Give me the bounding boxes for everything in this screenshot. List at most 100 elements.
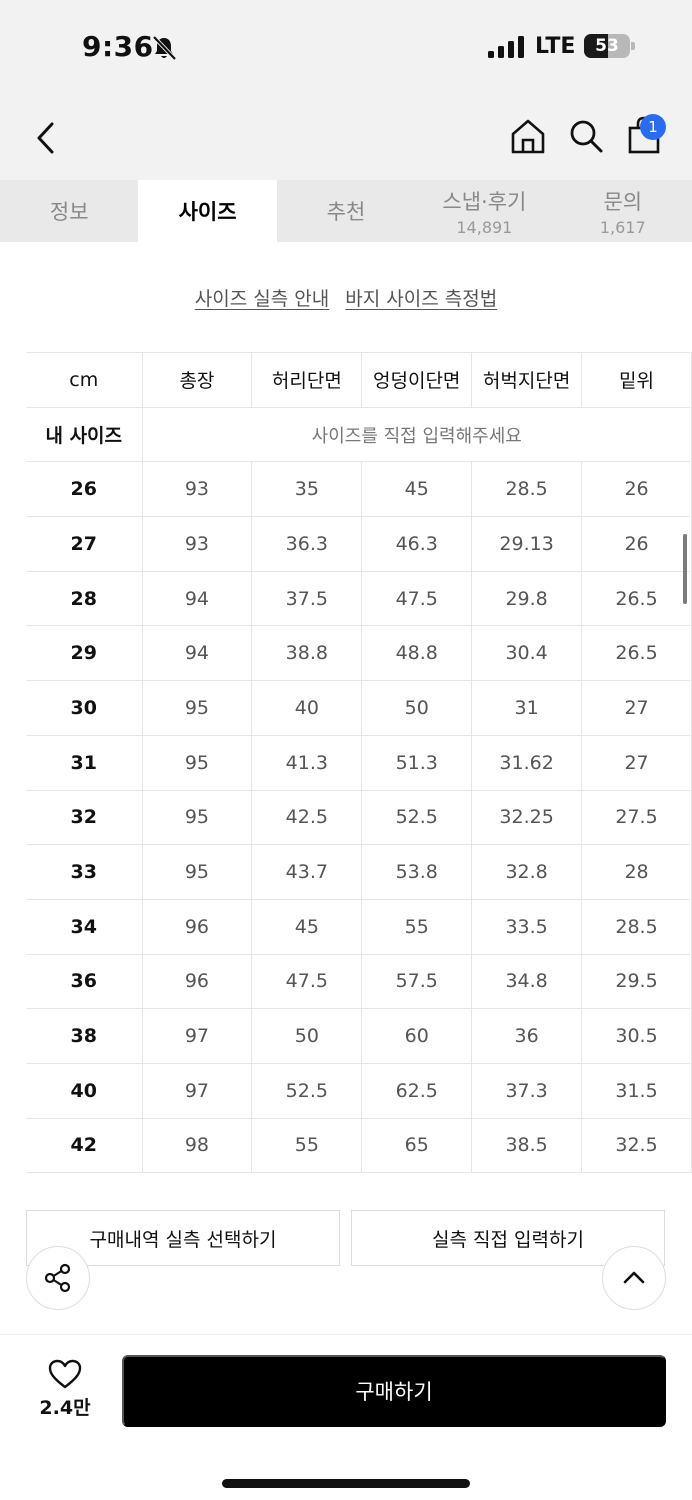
table-row: 28 94 37.5 47.5 29.8 26.5 — [26, 570, 692, 627]
size-table: cm 총장 허리단면 엉덩이단면 허벅지단면 밑위 내 사이즈 사이즈를 직접 … — [26, 352, 692, 1174]
tab-inquiry[interactable]: 문의 1,617 — [554, 180, 692, 242]
column-header: 총장 — [141, 352, 253, 408]
tab-label: 스냅·후기 — [442, 189, 527, 214]
bottom-bar: 2.4만 구매하기 — [0, 1334, 692, 1500]
table-row: 31 95 41.3 51.3 31.62 27 — [26, 734, 692, 791]
table-row: 29 94 38.8 48.8 30.4 26.5 — [26, 625, 692, 682]
size-guide-link[interactable]: 사이즈 실측 안내 — [195, 288, 329, 310]
measurement-cell: 45 — [251, 898, 363, 955]
cart-count-badge: 1 — [640, 114, 666, 140]
measurement-cell: 37.5 — [251, 570, 363, 627]
table-row: 40 97 52.5 62.5 37.3 31.5 — [26, 1062, 692, 1119]
product-tabs: 정보 사이즈 추천 스냅·후기 14,891 문의 1,617 — [0, 180, 692, 242]
measurement-cell: 35 — [251, 461, 363, 518]
size-label: 31 — [26, 734, 143, 791]
measurement-cell: 62.5 — [361, 1062, 473, 1119]
scroll-top-button[interactable] — [602, 1246, 666, 1310]
measurement-cell: 28.5 — [581, 898, 692, 955]
size-label: 33 — [26, 844, 143, 900]
size-guide-links: 사이즈 실측 안내 바지 사이즈 측정법 — [0, 284, 692, 311]
table-row: 36 96 47.5 57.5 34.8 29.5 — [26, 953, 692, 1010]
measurement-cell: 31.62 — [471, 734, 583, 791]
measurement-cell: 45 — [361, 461, 473, 518]
top-header: 1 — [0, 96, 692, 180]
measurement-cell: 43.7 — [251, 844, 363, 900]
measurement-cell: 98 — [141, 1117, 253, 1174]
size-label: 34 — [26, 898, 143, 955]
tab-count: 1,617 — [599, 217, 646, 237]
measurement-cell: 51.3 — [361, 734, 473, 791]
measurement-cell: 47.5 — [251, 953, 363, 1010]
column-header: 허리단면 — [251, 352, 363, 408]
chevron-up-icon — [623, 1271, 645, 1284]
back-icon[interactable] — [30, 118, 64, 158]
measurement-cell: 34.8 — [471, 953, 583, 1010]
measurement-cell: 97 — [141, 1062, 253, 1119]
measurement-cell: 60 — [361, 1008, 473, 1064]
measurement-cell: 50 — [361, 680, 473, 736]
scrollbar-thumb[interactable] — [683, 534, 687, 604]
measurement-cell: 27.5 — [581, 789, 692, 846]
heart-icon — [48, 1359, 82, 1389]
measure-guide-link[interactable]: 바지 사이즈 측정법 — [345, 288, 497, 310]
home-indicator[interactable] — [222, 1479, 470, 1488]
measurement-cell: 27 — [581, 680, 692, 736]
table-row: 42 98 55 65 38.5 32.5 — [26, 1117, 692, 1174]
measurement-cell: 55 — [361, 898, 473, 955]
table-row: 26 93 35 45 28.5 26 — [26, 461, 692, 518]
measurement-cell: 40 — [251, 680, 363, 736]
tab-info[interactable]: 정보 — [0, 180, 138, 242]
measurement-cell: 95 — [141, 680, 253, 736]
measurement-cell: 93 — [141, 516, 253, 572]
measurement-cell: 29.8 — [471, 570, 583, 627]
measurement-cell: 94 — [141, 570, 253, 627]
measurement-cell: 57.5 — [361, 953, 473, 1010]
size-label: 29 — [26, 625, 143, 682]
home-icon[interactable] — [508, 116, 548, 156]
column-header: 허벅지단면 — [471, 352, 583, 408]
measurement-cell: 31 — [471, 680, 583, 736]
measurement-cell: 52.5 — [251, 1062, 363, 1119]
measurement-cell: 96 — [141, 953, 253, 1010]
tab-label: 문의 — [603, 189, 643, 214]
search-icon[interactable] — [566, 116, 606, 156]
measurement-cell: 26 — [581, 516, 692, 572]
measurement-cell: 53.8 — [361, 844, 473, 900]
tab-recommend[interactable]: 추천 — [277, 180, 415, 242]
measurement-cell: 55 — [251, 1117, 363, 1174]
measurement-cell: 42.5 — [251, 789, 363, 846]
my-size-row: 내 사이즈 사이즈를 직접 입력해주세요 — [26, 406, 692, 463]
measurement-cell: 26.5 — [581, 570, 692, 627]
size-label: 27 — [26, 516, 143, 572]
measurement-cell: 93 — [141, 461, 253, 518]
status-bar: 9:36 LTE 53 — [0, 0, 692, 96]
measurement-cell: 28 — [581, 844, 692, 900]
measurement-cell: 33.5 — [471, 898, 583, 955]
measurement-cell: 28.5 — [471, 461, 583, 518]
column-header: 밑위 — [581, 352, 692, 408]
like-count: 2.4만 — [39, 1397, 91, 1419]
buy-button[interactable]: 구매하기 — [122, 1355, 666, 1427]
tab-snap-review[interactable]: 스냅·후기 14,891 — [415, 180, 553, 242]
measurement-cell: 37.3 — [471, 1062, 583, 1119]
size-label: 32 — [26, 789, 143, 846]
measurement-cell: 65 — [361, 1117, 473, 1174]
measurement-cell: 38.5 — [471, 1117, 583, 1174]
tab-label: 사이즈 — [178, 200, 237, 224]
my-size-input-prompt[interactable]: 사이즈를 직접 입력해주세요 — [141, 406, 692, 463]
tab-label: 정보 — [49, 200, 89, 224]
size-label: 36 — [26, 953, 143, 1010]
measurement-cell: 29.5 — [581, 953, 692, 1010]
table-row: 32 95 42.5 52.5 32.25 27.5 — [26, 789, 692, 846]
measurement-cell: 50 — [251, 1008, 363, 1064]
size-label: 38 — [26, 1008, 143, 1064]
like-button[interactable]: 2.4만 — [34, 1359, 96, 1431]
my-size-label: 내 사이즈 — [26, 406, 143, 463]
battery-level: 53 — [595, 36, 619, 56]
measurement-cell: 30.4 — [471, 625, 583, 682]
share-button[interactable] — [26, 1246, 90, 1310]
measurement-cell: 32.25 — [471, 789, 583, 846]
measurement-cell: 95 — [141, 734, 253, 791]
table-row: 38 97 50 60 36 30.5 — [26, 1008, 692, 1064]
tab-size[interactable]: 사이즈 — [138, 180, 277, 242]
